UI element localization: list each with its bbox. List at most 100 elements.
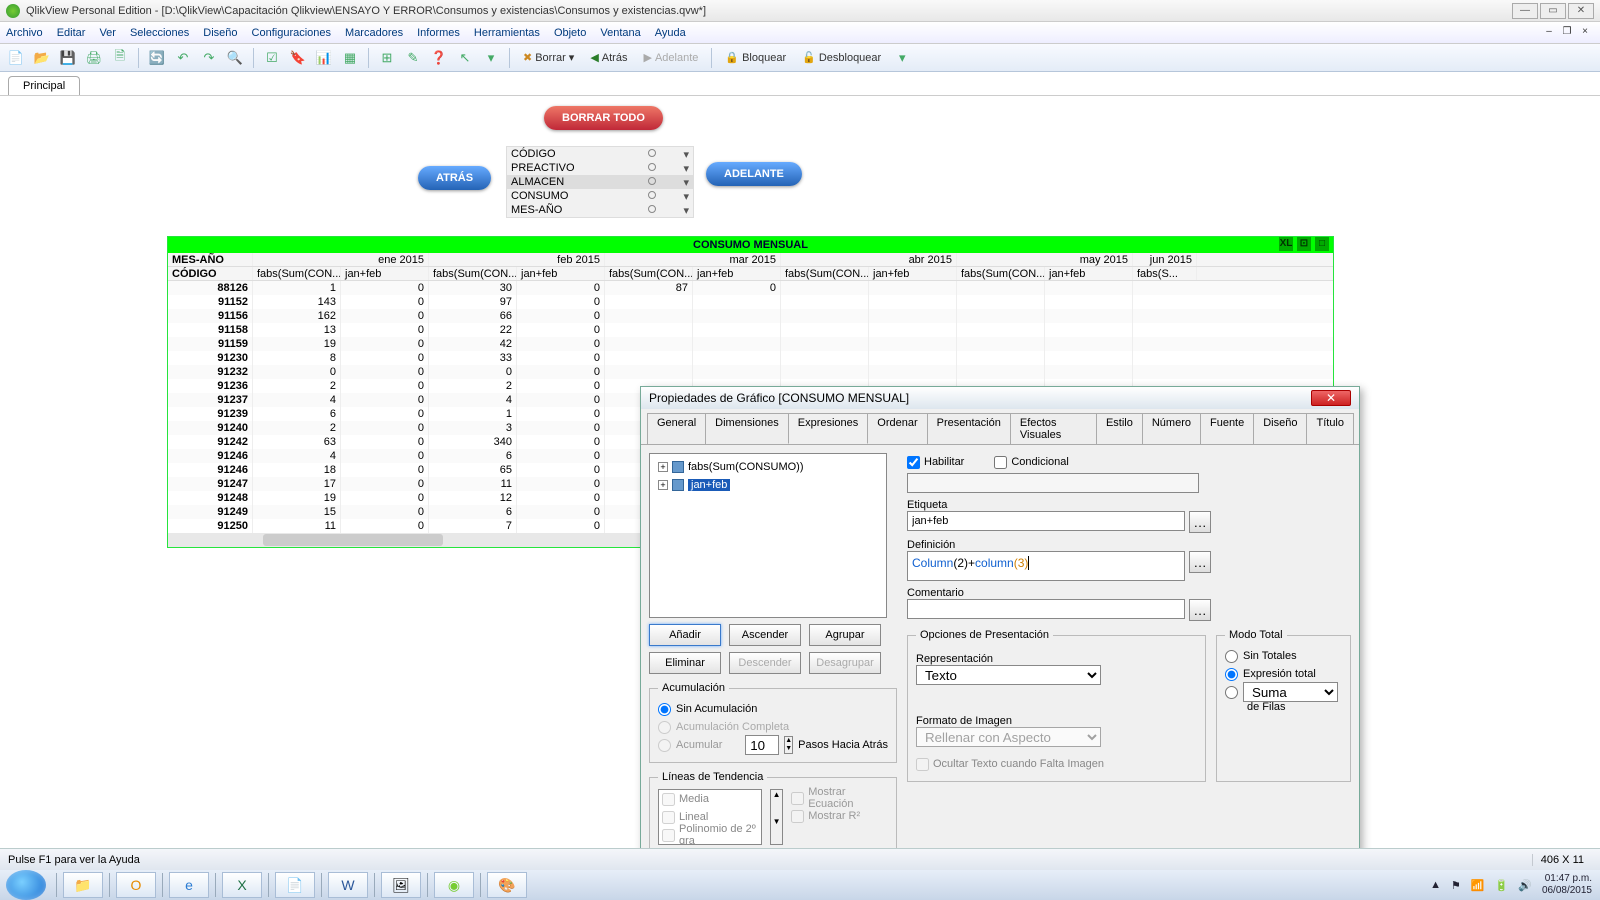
comment-input[interactable]: [907, 599, 1185, 619]
add-button[interactable]: Añadir: [649, 624, 721, 646]
mdi-close[interactable]: ×: [1576, 26, 1594, 40]
tab-presentación[interactable]: Presentación: [927, 413, 1011, 444]
hide-text-check[interactable]: [916, 758, 929, 771]
menu-editar[interactable]: Editar: [57, 27, 86, 39]
menu-marcadores[interactable]: Marcadores: [345, 27, 403, 39]
label-edit-button[interactable]: …: [1189, 511, 1211, 533]
conditional-check[interactable]: [994, 456, 1007, 469]
accum-steps-input[interactable]: [745, 735, 779, 755]
cycle-icon[interactable]: [612, 188, 692, 202]
mdi-restore[interactable]: ❐: [1558, 26, 1576, 40]
total-expr-radio[interactable]: [1225, 668, 1238, 681]
cycle-icon[interactable]: [612, 202, 692, 216]
dialog-titlebar[interactable]: Propiedades de Gráfico [CONSUMO MENSUAL]…: [641, 387, 1359, 409]
tray-volume-icon[interactable]: 🔊: [1518, 879, 1532, 892]
ungroup-button[interactable]: Desagrupar: [809, 652, 881, 674]
group-button[interactable]: Agrupar: [809, 624, 881, 646]
menu-selecciones[interactable]: Selecciones: [130, 27, 189, 39]
clear-all-button[interactable]: BORRAR TODO: [544, 106, 663, 130]
cursor-icon[interactable]: ↖: [455, 48, 475, 68]
menu-ventana[interactable]: Ventana: [600, 27, 640, 39]
table-row[interactable]: 91158130220: [168, 323, 1333, 337]
delete-button[interactable]: Eliminar: [649, 652, 721, 674]
tab-título[interactable]: Título: [1306, 413, 1354, 444]
lock-button[interactable]: 🔒Bloquear: [720, 47, 791, 69]
tray-network-icon[interactable]: 📶: [1471, 879, 1485, 892]
task-excel[interactable]: X: [222, 872, 262, 898]
unlock-button[interactable]: 🔓Desbloquear: [797, 47, 886, 69]
total-none-radio[interactable]: [1225, 650, 1238, 663]
wizard-icon[interactable]: ✎: [403, 48, 423, 68]
demote-button[interactable]: Descender: [729, 652, 801, 674]
menu-diseño[interactable]: Diseño: [203, 27, 237, 39]
next-button[interactable]: ADELANTE: [706, 162, 802, 186]
definition-edit-button[interactable]: …: [1189, 551, 1211, 573]
tray-battery-icon[interactable]: 🔋: [1495, 879, 1509, 892]
trend-list[interactable]: MediaLinealPolinomio de 2º gra: [658, 789, 762, 845]
maximize-icon[interactable]: □: [1315, 237, 1329, 251]
task-explorer[interactable]: 📁: [63, 872, 103, 898]
tray-clock[interactable]: 01:47 p.m.06/08/2015: [1542, 873, 1592, 897]
menu-herramientas[interactable]: Herramientas: [474, 27, 540, 39]
tab-estilo[interactable]: Estilo: [1096, 413, 1143, 444]
dropdown-icon[interactable]: ▾: [481, 48, 501, 68]
save-icon[interactable]: 💾: [58, 48, 78, 68]
tab-expresiones[interactable]: Expresiones: [788, 413, 869, 444]
cycle-icon[interactable]: [612, 146, 692, 160]
charts-icon[interactable]: 📊: [314, 48, 334, 68]
accum-full-radio[interactable]: [658, 721, 671, 734]
undo-icon[interactable]: ↶: [173, 48, 193, 68]
task-photos[interactable]: 🖼: [381, 872, 421, 898]
expression-tree[interactable]: +fabs(Sum(CONSUMO))+jan+feb: [649, 453, 887, 618]
tab-fuente[interactable]: Fuente: [1200, 413, 1254, 444]
toolbar-overflow[interactable]: ▾: [892, 48, 912, 68]
accum-back-radio[interactable]: [658, 739, 671, 752]
promote-button[interactable]: Ascender: [729, 624, 801, 646]
bookmarks-icon[interactable]: 🔖: [288, 48, 308, 68]
tab-ordenar[interactable]: Ordenar: [867, 413, 927, 444]
show-r2-check[interactable]: [791, 810, 804, 823]
comment-edit-button[interactable]: …: [1189, 599, 1211, 621]
tab-dimensiones[interactable]: Dimensiones: [705, 413, 789, 444]
table-row[interactable]: 911561620660: [168, 309, 1333, 323]
search-icon[interactable]: 🔍: [225, 48, 245, 68]
layout-icon[interactable]: ⊞: [377, 48, 397, 68]
mdi-min[interactable]: –: [1540, 26, 1558, 40]
total-func-select[interactable]: Suma: [1243, 682, 1338, 702]
close-button[interactable]: ✕: [1568, 3, 1594, 19]
restore-icon[interactable]: ⊡: [1297, 237, 1311, 251]
table-row[interactable]: 8812610300870: [168, 281, 1333, 295]
definition-input[interactable]: Column(2)+column(3): [907, 551, 1185, 581]
tray-flag2-icon[interactable]: ⚑: [1451, 879, 1461, 892]
menu-configuraciones[interactable]: Configuraciones: [252, 27, 332, 39]
clear-button[interactable]: ✖Borrar ▾: [518, 47, 579, 69]
label-input[interactable]: [907, 511, 1185, 531]
task-paint[interactable]: 🎨: [487, 872, 527, 898]
export-xl-icon[interactable]: XL: [1279, 237, 1293, 251]
accum-none-radio[interactable]: [658, 703, 671, 716]
print-icon[interactable]: 🖨: [84, 48, 104, 68]
tab-general[interactable]: General: [647, 413, 706, 444]
tree-item[interactable]: +jan+feb: [654, 476, 882, 494]
print-preview-icon[interactable]: 🗎: [110, 48, 130, 68]
task-ie[interactable]: e: [169, 872, 209, 898]
reload-icon[interactable]: 🔄: [147, 48, 167, 68]
task-qlikview[interactable]: ◉: [434, 872, 474, 898]
tab-principal[interactable]: Principal: [8, 76, 80, 95]
task-writer[interactable]: 📄: [275, 872, 315, 898]
dialog-close-button[interactable]: ✕: [1311, 390, 1351, 406]
representation-select[interactable]: Texto: [916, 665, 1101, 685]
tray-flag-icon[interactable]: ▲: [1430, 879, 1441, 891]
table-row[interactable]: 912320000: [168, 365, 1333, 379]
enable-check[interactable]: [907, 456, 920, 469]
tab-diseño[interactable]: Diseño: [1253, 413, 1307, 444]
taskbar[interactable]: 📁 O e X 📄 W 🖼 ◉ 🎨 ▲ ⚑ 📶 🔋 🔊 01:47 p.m.06…: [0, 870, 1600, 900]
menu-archivo[interactable]: Archivo: [6, 27, 43, 39]
cycle-icon[interactable]: [612, 160, 692, 174]
maximize-button[interactable]: ▭: [1540, 3, 1566, 19]
table-icon[interactable]: ▦: [340, 48, 360, 68]
tab-efectos visuales[interactable]: Efectos Visuales: [1010, 413, 1097, 444]
image-format-select[interactable]: Rellenar con Aspecto: [916, 727, 1101, 747]
show-equation-check[interactable]: [791, 792, 804, 805]
table-row[interactable]: 91159190420: [168, 337, 1333, 351]
